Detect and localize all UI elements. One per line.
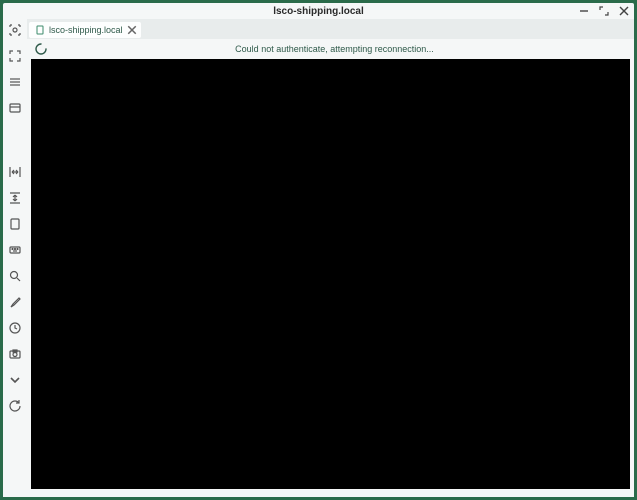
- titlebar: lsco-shipping.local: [3, 3, 634, 19]
- loading-spinner-icon: [35, 43, 47, 55]
- content-wrapper: [27, 59, 634, 497]
- window-body: lsco-shipping.local Could not authentica…: [3, 19, 634, 497]
- target-icon[interactable]: [6, 21, 24, 39]
- tab[interactable]: lsco-shipping.local: [29, 22, 141, 38]
- maximize-button[interactable]: [598, 5, 610, 17]
- sidebar: [3, 19, 27, 497]
- themes-icon[interactable]: [6, 99, 24, 117]
- minimize-button[interactable]: [578, 5, 590, 17]
- page-icon[interactable]: [6, 215, 24, 233]
- document-icon: [35, 25, 45, 35]
- status-bar: Could not authenticate, attempting recon…: [27, 39, 634, 59]
- close-button[interactable]: [618, 5, 630, 17]
- menu-icon[interactable]: [6, 73, 24, 91]
- fullscreen-icon[interactable]: [6, 47, 24, 65]
- keyboard-icon[interactable]: [6, 241, 24, 259]
- resize-vertical-icon[interactable]: [6, 189, 24, 207]
- tool-icon[interactable]: [6, 293, 24, 311]
- resize-horizontal-icon[interactable]: [6, 163, 24, 181]
- camera-icon[interactable]: [6, 345, 24, 363]
- window-controls: [578, 3, 630, 19]
- tab-label: lsco-shipping.local: [49, 25, 123, 35]
- window-title: lsco-shipping.local: [273, 6, 364, 17]
- app-window: lsco-shipping.local: [3, 3, 634, 497]
- chevron-down-icon[interactable]: [6, 371, 24, 389]
- tabbar: lsco-shipping.local: [27, 19, 634, 39]
- status-message: Could not authenticate, attempting recon…: [55, 44, 634, 54]
- tab-close-button[interactable]: [127, 25, 137, 35]
- refresh-icon[interactable]: [6, 397, 24, 415]
- main-area: lsco-shipping.local Could not authentica…: [27, 19, 634, 497]
- zoom-icon[interactable]: [6, 267, 24, 285]
- remote-viewport[interactable]: [31, 59, 630, 489]
- clock-icon[interactable]: [6, 319, 24, 337]
